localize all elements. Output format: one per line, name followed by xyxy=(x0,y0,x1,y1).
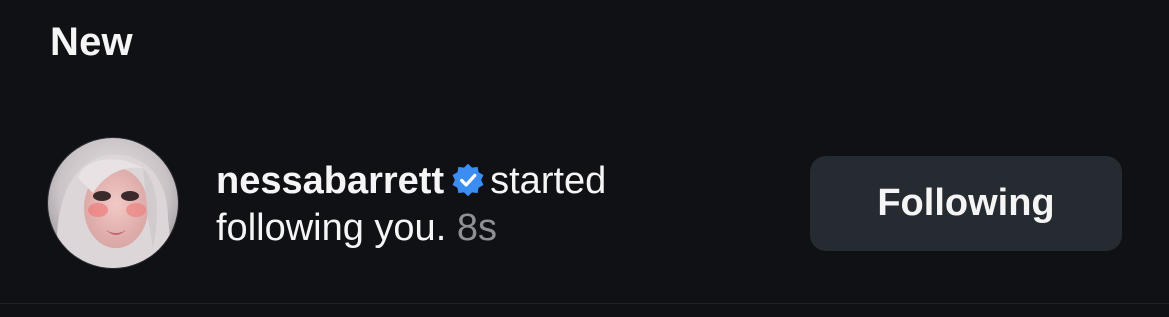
profile-avatar[interactable] xyxy=(48,138,178,268)
divider xyxy=(0,303,1169,304)
verified-badge-icon xyxy=(452,163,484,197)
notification-time: 8s xyxy=(456,207,497,249)
section-title-new: New xyxy=(50,20,133,64)
notification-text: nessabarrett started following you. 8s xyxy=(216,158,736,252)
username-link[interactable]: nessabarrett xyxy=(216,160,444,202)
following-button[interactable]: Following xyxy=(810,156,1122,251)
notification-row[interactable]: nessabarrett started following you. 8s F… xyxy=(48,138,1123,270)
avatar-image xyxy=(48,138,178,268)
